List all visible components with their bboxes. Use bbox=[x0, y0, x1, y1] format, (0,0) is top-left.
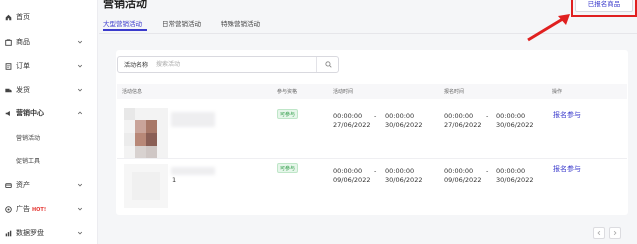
sidebar-item-shipping[interactable]: 发货 bbox=[0, 80, 98, 100]
pagination-prev[interactable] bbox=[593, 227, 605, 239]
sidebar-item-label: 资产 bbox=[16, 181, 30, 189]
activity-end: 00:00:00 30/06/2022 bbox=[385, 167, 423, 184]
tab-large-campaigns[interactable]: 大型营销活动 bbox=[103, 18, 142, 28]
sidebar-item-assets[interactable]: 资产 bbox=[0, 175, 98, 195]
chevron-down-icon bbox=[76, 38, 84, 46]
sidebar-item-ads[interactable]: 广告 HOT! bbox=[0, 199, 98, 219]
column-header-activity-info: 活动信息 bbox=[122, 89, 143, 95]
signup-start: 00:00:00 27/06/2022 bbox=[444, 112, 482, 129]
sidebar-item-orders[interactable]: 订单 bbox=[0, 56, 98, 76]
sidebar-item-label: 订单 bbox=[16, 62, 30, 70]
active-tab-indicator bbox=[103, 29, 147, 31]
search-label: 活动名称 bbox=[124, 62, 149, 69]
chevron-right-icon bbox=[613, 230, 617, 236]
red-arrow-annotation bbox=[527, 14, 570, 42]
eligibility-badge: 可参与 bbox=[277, 109, 299, 119]
highlight-box bbox=[571, 0, 637, 17]
signup-start: 00:00:00 09/06/2022 bbox=[444, 167, 482, 184]
search-icon bbox=[324, 61, 332, 68]
sidebar-item-label: 营销中心 bbox=[16, 109, 44, 117]
page-title: 营销活动 bbox=[103, 0, 147, 10]
data-compass-icon bbox=[5, 230, 12, 237]
sidebar-item-home[interactable]: 首页 bbox=[0, 7, 98, 27]
activity-card bbox=[116, 50, 628, 215]
activity-name-redacted bbox=[171, 112, 215, 127]
tab-special-campaigns[interactable]: 特殊营销活动 bbox=[221, 18, 260, 28]
activity-thumbnail bbox=[124, 164, 168, 214]
activity-start: 00:00:00 09/06/2022 bbox=[333, 167, 371, 184]
chevron-down-icon bbox=[76, 181, 84, 189]
signup-end: 00:00:00 30/06/2022 bbox=[496, 112, 534, 129]
sidebar-item-data-compass[interactable]: 数据罗盘 bbox=[0, 223, 98, 243]
tab-daily-campaigns[interactable]: 日常营销活动 bbox=[162, 18, 201, 28]
activity-start: 00:00:00 27/06/2022 bbox=[333, 112, 371, 129]
activity-thumbnail bbox=[124, 108, 168, 158]
goods-icon bbox=[5, 38, 12, 46]
range-separator: - bbox=[486, 167, 489, 175]
sidebar-item-goods[interactable]: 商品 bbox=[0, 32, 98, 52]
search-input[interactable] bbox=[156, 59, 306, 70]
signup-link[interactable]: 报名参与 bbox=[553, 110, 581, 120]
sidebar: 首页 商品 订单 发货 营销中心 营销活动 促销工具 资产 广告 HOT! 数据… bbox=[0, 0, 98, 244]
eligibility-badge: 可参与 bbox=[277, 163, 299, 173]
chevron-down-icon bbox=[76, 205, 84, 213]
assets-icon bbox=[5, 182, 12, 189]
hot-badge: HOT! bbox=[32, 207, 47, 213]
search-bar: 活动名称 bbox=[117, 56, 339, 73]
search-button[interactable] bbox=[316, 57, 339, 72]
chevron-down-icon bbox=[76, 62, 84, 70]
range-separator: - bbox=[374, 167, 377, 175]
activity-name-redacted bbox=[171, 167, 215, 175]
sidebar-subitem-promo-tools[interactable]: 促销工具 bbox=[16, 156, 40, 165]
chevron-left-icon bbox=[597, 230, 601, 236]
column-header-eligibility: 参与资格 bbox=[277, 89, 298, 95]
sidebar-item-label: 商品 bbox=[16, 38, 30, 46]
row-divider bbox=[117, 158, 627, 159]
home-icon bbox=[5, 14, 12, 21]
sidebar-item-label: 广告 HOT! bbox=[16, 205, 47, 213]
activity-end: 00:00:00 30/06/2022 bbox=[385, 112, 423, 129]
sidebar-item-label: 数据罗盘 bbox=[16, 229, 44, 237]
signup-end: 00:00:00 30/06/2022 bbox=[496, 167, 534, 184]
column-header-activity-time: 活动时间 bbox=[333, 89, 354, 95]
chevron-down-icon bbox=[76, 86, 84, 94]
column-header-signup-time: 报名时间 bbox=[444, 89, 465, 95]
sidebar-item-label: 发货 bbox=[16, 86, 30, 94]
sidebar-subitem-marketing-activities[interactable]: 营销活动 bbox=[16, 133, 40, 142]
signup-link[interactable]: 报名参与 bbox=[553, 164, 581, 174]
sidebar-item-marketing-center[interactable]: 营销中心 bbox=[0, 103, 98, 123]
shipping-icon bbox=[5, 87, 12, 94]
table-header bbox=[117, 84, 627, 99]
sidebar-item-label: 首页 bbox=[16, 13, 30, 21]
order-icon bbox=[5, 62, 12, 70]
column-header-actions: 操作 bbox=[552, 89, 563, 95]
pagination-next[interactable] bbox=[609, 227, 621, 239]
range-separator: - bbox=[374, 112, 377, 120]
marketing-icon bbox=[5, 110, 12, 117]
chevron-up-icon bbox=[76, 109, 84, 117]
activity-info-digit: 1 bbox=[172, 176, 177, 184]
ad-icon bbox=[5, 205, 12, 213]
chevron-down-icon bbox=[76, 229, 84, 237]
range-separator: - bbox=[486, 112, 489, 120]
